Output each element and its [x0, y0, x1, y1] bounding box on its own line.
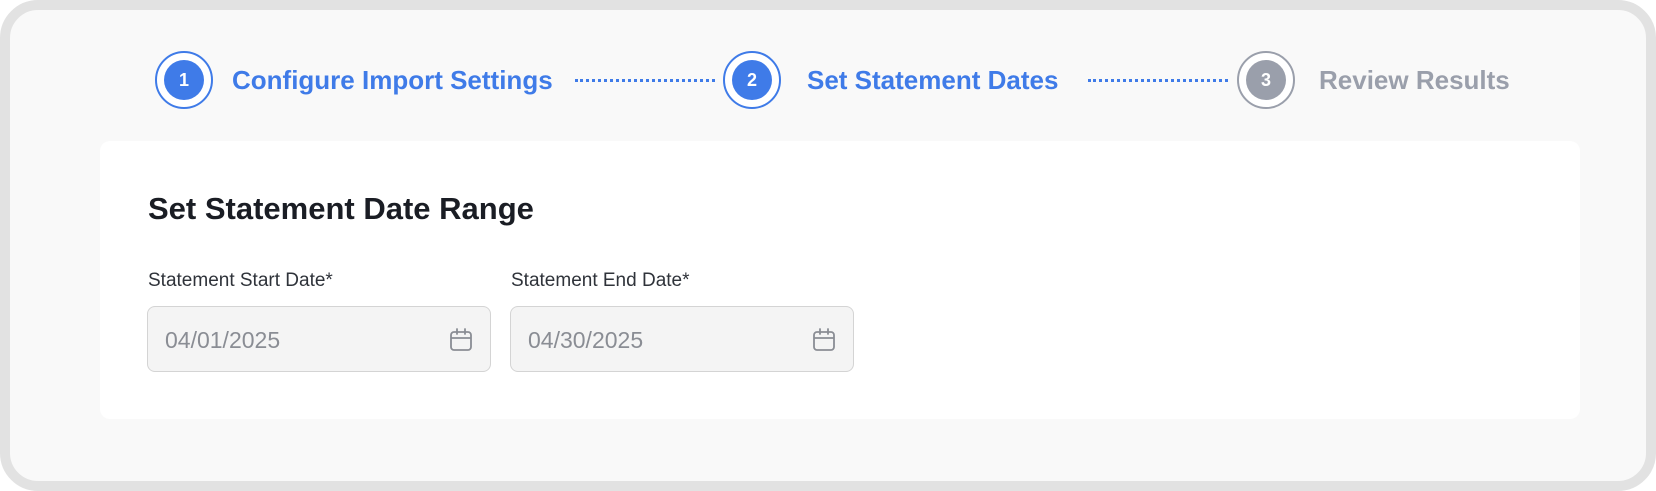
wizard-frame: 1 Configure Import Settings 2 Set Statem… [0, 0, 1656, 491]
step-2-indicator[interactable]: 2 [723, 51, 781, 109]
start-date-label: Statement Start Date* [148, 270, 333, 291]
step-connector-1 [575, 79, 715, 82]
step-3-label[interactable]: Review Results [1319, 62, 1510, 98]
step-2-label[interactable]: Set Statement Dates [807, 62, 1058, 98]
end-date-label: Statement End Date* [511, 270, 690, 291]
step-1-indicator[interactable]: 1 [155, 51, 213, 109]
step-connector-2 [1088, 79, 1228, 82]
start-date-value: 04/01/2025 [165, 327, 281, 353]
step-3-indicator[interactable]: 3 [1237, 51, 1295, 109]
calendar-icon[interactable] [811, 327, 837, 353]
card-title: Set Statement Date Range [148, 191, 534, 226]
step-1-label[interactable]: Configure Import Settings [232, 62, 553, 98]
step-1-number: 1 [164, 60, 204, 100]
date-range-card: Set Statement Date Range Statement Start… [100, 141, 1580, 419]
end-date-input[interactable]: 04/30/2025 [510, 306, 854, 372]
calendar-icon[interactable] [448, 327, 474, 353]
start-date-input[interactable]: 04/01/2025 [147, 306, 491, 372]
stepper: 1 Configure Import Settings 2 Set Statem… [10, 10, 1656, 130]
end-date-value: 04/30/2025 [528, 327, 644, 353]
step-3-number: 3 [1246, 60, 1286, 100]
step-2-number: 2 [732, 60, 772, 100]
